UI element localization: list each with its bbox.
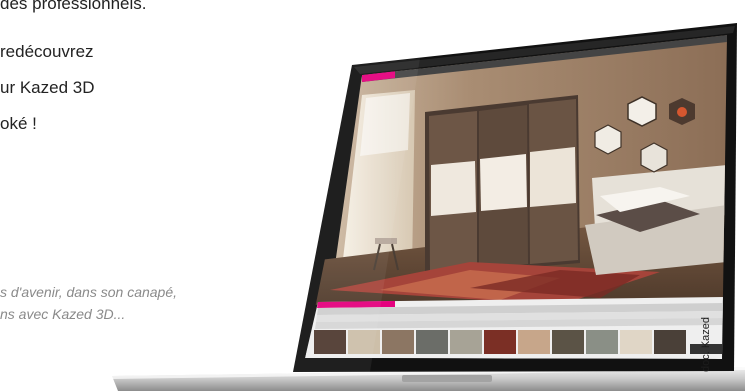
material-swatch xyxy=(450,330,482,354)
material-swatch xyxy=(484,330,516,354)
material-swatch xyxy=(518,330,550,354)
material-swatch xyxy=(416,330,448,354)
photo-credit: doc. Kazed xyxy=(700,316,712,372)
material-swatch xyxy=(382,330,414,354)
material-swatch xyxy=(620,330,652,354)
material-swatch xyxy=(654,330,686,354)
material-swatch xyxy=(552,330,584,354)
laptop-photo xyxy=(112,23,745,391)
material-swatch xyxy=(586,330,618,354)
